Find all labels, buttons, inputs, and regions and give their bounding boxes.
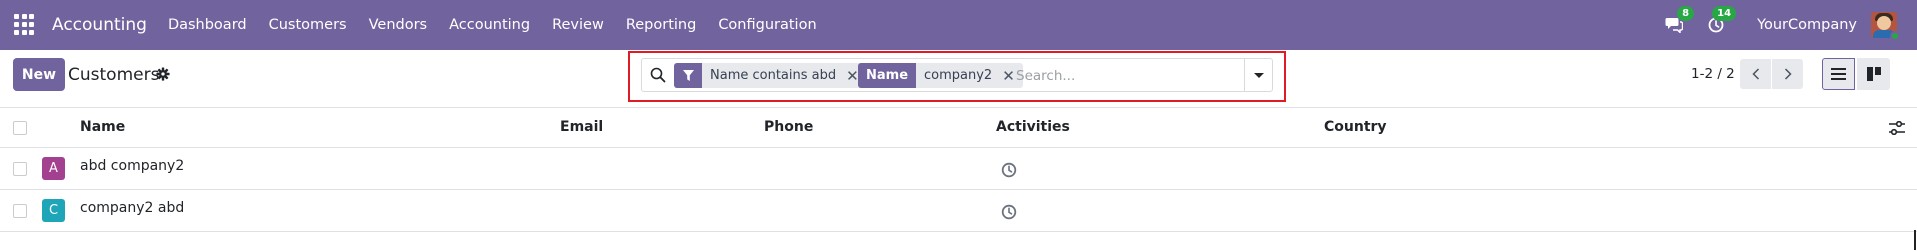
search-options-toggle[interactable]	[1244, 59, 1272, 91]
table-row[interactable]: A abd company2	[0, 148, 1917, 190]
select-all-checkbox[interactable]	[13, 121, 27, 135]
facet-tag: Name	[858, 63, 917, 88]
kanban-icon	[1866, 67, 1881, 81]
list-view-button[interactable]	[1822, 58, 1855, 90]
column-header-country[interactable]: Country	[1324, 119, 1387, 135]
table-row[interactable]: C company2 abd	[0, 190, 1917, 232]
search-icon[interactable]	[650, 67, 666, 83]
pager-value[interactable]: 1-2 / 2	[1691, 66, 1735, 82]
row-checkbox[interactable]	[13, 204, 27, 218]
online-status-dot	[1890, 31, 1900, 41]
facet-value: Name contains abd	[710, 68, 837, 83]
activities-button[interactable]: 14	[1705, 6, 1737, 36]
customer-name: company2 abd	[80, 200, 185, 216]
optional-columns-icon[interactable]	[1889, 121, 1905, 135]
search-input[interactable]	[1016, 64, 1236, 88]
clock-icon[interactable]	[1001, 162, 1017, 178]
chevron-right-icon	[1784, 68, 1792, 80]
facet-value: company2	[924, 68, 993, 83]
menu-item-vendors[interactable]: Vendors	[358, 17, 439, 33]
app-title[interactable]: Accounting	[52, 15, 147, 35]
customers-list: Name Email Phone Activities Country A ab…	[0, 108, 1917, 232]
menu-item-review[interactable]: Review	[541, 17, 615, 33]
clock-icon[interactable]	[1001, 204, 1017, 220]
filter-icon	[674, 63, 702, 88]
menu-item-customers[interactable]: Customers	[258, 17, 358, 33]
list-icon	[1831, 68, 1846, 80]
menu-item-configuration[interactable]: Configuration	[707, 17, 827, 33]
page-title[interactable]: Customers	[68, 65, 159, 85]
kanban-view-button[interactable]	[1857, 58, 1890, 90]
row-checkbox[interactable]	[13, 162, 27, 176]
avatar: C	[42, 199, 65, 222]
text-cursor	[1914, 230, 1916, 250]
column-header-phone[interactable]: Phone	[764, 119, 813, 135]
search-bar[interactable]: Name contains abd ✕ Name company2 ✕	[641, 58, 1273, 92]
menu-item-accounting[interactable]: Accounting	[438, 17, 541, 33]
search-facet-filter[interactable]: Name contains abd ✕	[674, 63, 867, 88]
caret-down-icon	[1253, 72, 1264, 78]
pager-next-button[interactable]	[1772, 59, 1803, 89]
column-header-name[interactable]: Name	[80, 119, 125, 135]
gear-icon[interactable]	[156, 67, 170, 81]
column-header-email[interactable]: Email	[560, 119, 603, 135]
column-header-activities[interactable]: Activities	[996, 119, 1070, 135]
activities-count-badge: 14	[1712, 6, 1737, 21]
avatar: A	[42, 157, 65, 180]
menu-item-dashboard[interactable]: Dashboard	[157, 17, 258, 33]
top-navbar: Accounting Dashboard Customers Vendors A…	[0, 0, 1917, 50]
apps-menu-icon[interactable]	[14, 14, 36, 36]
messages-button[interactable]: 8	[1663, 6, 1695, 36]
customer-name: abd company2	[80, 158, 185, 174]
new-button[interactable]: New	[13, 58, 65, 91]
chevron-left-icon	[1751, 68, 1759, 80]
company-switcher[interactable]: YourCompany	[1757, 17, 1857, 33]
user-avatar[interactable]	[1871, 12, 1900, 41]
messages-count-badge: 8	[1677, 6, 1695, 21]
table-header: Name Email Phone Activities Country	[0, 108, 1917, 148]
menu-item-reporting[interactable]: Reporting	[615, 17, 708, 33]
search-facet-name[interactable]: Name company2 ✕	[858, 63, 1023, 88]
pager-previous-button[interactable]	[1740, 59, 1771, 89]
